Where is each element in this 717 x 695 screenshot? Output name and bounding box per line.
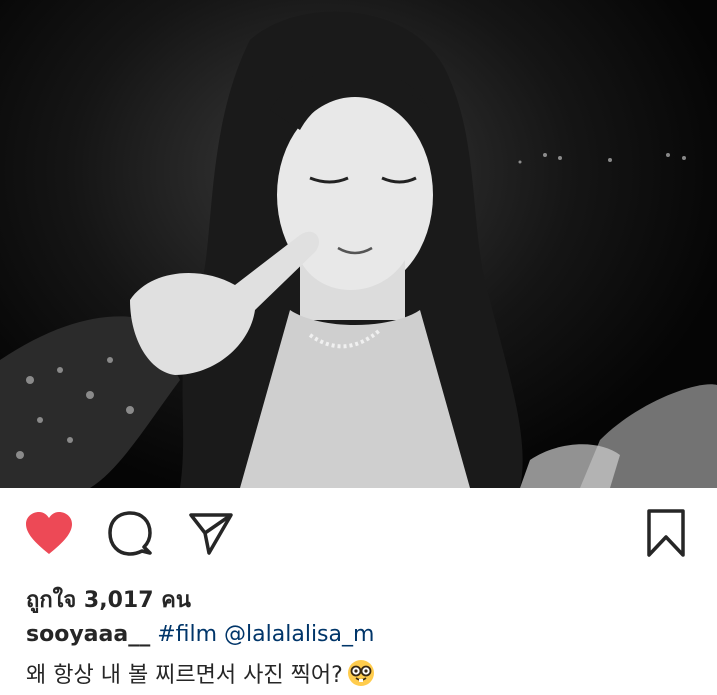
post-photo[interactable] (0, 0, 717, 488)
caption-username[interactable]: sooyaaa__ (26, 622, 150, 647)
caption-mention[interactable]: @lalalalisa_m (224, 622, 374, 647)
photo-illustration (0, 11, 717, 488)
bookmark-icon (647, 509, 685, 557)
like-button[interactable] (24, 508, 74, 558)
heart-filled-icon (26, 512, 72, 554)
comment-button[interactable] (105, 508, 155, 558)
share-button[interactable] (186, 508, 236, 558)
caption-body: 왜 항상 내 볼 찌르면서 사진 찍어? (26, 657, 375, 693)
caption-text: 왜 항상 내 볼 찌르면서 사진 찍어? (26, 663, 343, 688)
caption-hashtag[interactable]: #film (157, 622, 217, 647)
action-bar (0, 500, 717, 562)
save-button[interactable] (641, 508, 691, 558)
caption-header: sooyaaa__ #film @lalalalisa_m (26, 622, 374, 647)
likes-count[interactable]: ถูกใจ 3,017 คน (26, 582, 191, 617)
instagram-post: ถูกใจ 3,017 คน sooyaaa__ #film @lalalali… (0, 0, 717, 695)
paper-plane-icon (189, 513, 233, 555)
nerd-face-emoji (347, 659, 375, 693)
comment-bubble-icon (108, 511, 152, 556)
